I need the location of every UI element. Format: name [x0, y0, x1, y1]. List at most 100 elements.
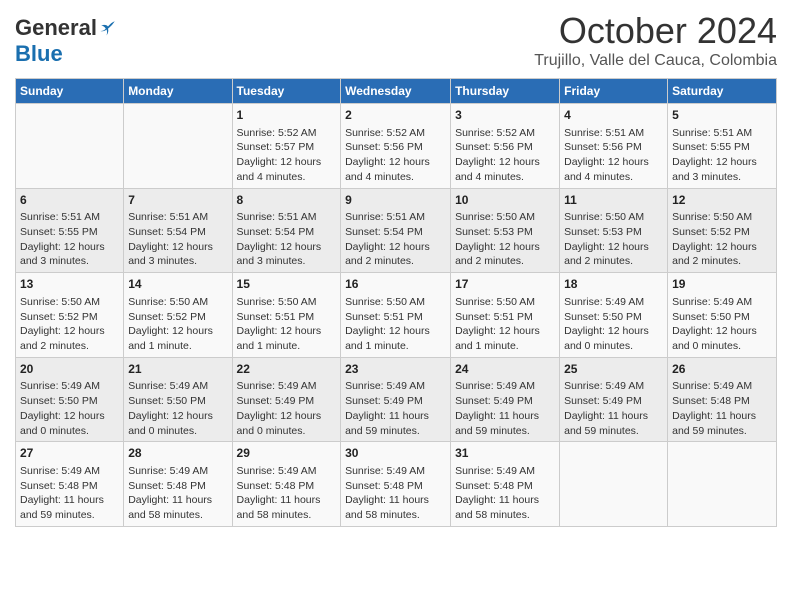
day-number: 22	[237, 361, 337, 378]
day-info: Sunrise: 5:49 AM Sunset: 5:48 PM Dayligh…	[345, 464, 446, 523]
calendar-cell: 23Sunrise: 5:49 AM Sunset: 5:49 PM Dayli…	[341, 357, 451, 442]
logo-bird-icon	[99, 19, 117, 37]
calendar-cell: 11Sunrise: 5:50 AM Sunset: 5:53 PM Dayli…	[560, 188, 668, 273]
day-number: 7	[128, 192, 227, 209]
calendar-cell: 10Sunrise: 5:50 AM Sunset: 5:53 PM Dayli…	[451, 188, 560, 273]
day-info: Sunrise: 5:49 AM Sunset: 5:49 PM Dayligh…	[345, 379, 446, 438]
day-info: Sunrise: 5:49 AM Sunset: 5:50 PM Dayligh…	[20, 379, 119, 438]
calendar-cell: 4 Sunrise: 5:51 AM Sunset: 5:56 PM Daylig…	[560, 104, 668, 189]
day-info: Sunrise: 5:51 AM Sunset: 5:56 PM Dayligh…	[564, 126, 663, 185]
day-number: 21	[128, 361, 227, 378]
calendar-week-row: 6Sunrise: 5:51 AM Sunset: 5:55 PM Daylig…	[16, 188, 777, 273]
month-title: October 2024	[534, 10, 777, 52]
day-info: Sunrise: 5:51 AM Sunset: 5:54 PM Dayligh…	[237, 210, 337, 269]
day-info: Sunrise: 5:50 AM Sunset: 5:53 PM Dayligh…	[455, 210, 555, 269]
day-number: 11	[564, 192, 663, 209]
day-info: Sunrise: 5:52 AM Sunset: 5:56 PM Dayligh…	[455, 126, 555, 185]
calendar-cell: 9Sunrise: 5:51 AM Sunset: 5:54 PM Daylig…	[341, 188, 451, 273]
calendar-cell: 24Sunrise: 5:49 AM Sunset: 5:49 PM Dayli…	[451, 357, 560, 442]
logo: General Blue	[15, 15, 117, 67]
day-info: Sunrise: 5:52 AM Sunset: 5:56 PM Dayligh…	[345, 126, 446, 185]
day-number: 6	[20, 192, 119, 209]
day-number: 1	[237, 107, 337, 124]
day-header-sunday: Sunday	[16, 79, 124, 104]
day-header-friday: Friday	[560, 79, 668, 104]
day-info: Sunrise: 5:51 AM Sunset: 5:55 PM Dayligh…	[672, 126, 772, 185]
calendar-cell: 7Sunrise: 5:51 AM Sunset: 5:54 PM Daylig…	[124, 188, 232, 273]
day-info: Sunrise: 5:51 AM Sunset: 5:54 PM Dayligh…	[128, 210, 227, 269]
calendar-cell: 22Sunrise: 5:49 AM Sunset: 5:49 PM Dayli…	[232, 357, 341, 442]
day-number: 9	[345, 192, 446, 209]
header: General Blue October 2024 Trujillo, Vall…	[15, 10, 777, 70]
day-number: 10	[455, 192, 555, 209]
day-info: Sunrise: 5:50 AM Sunset: 5:52 PM Dayligh…	[672, 210, 772, 269]
logo-general: General	[15, 15, 97, 41]
day-number: 2	[345, 107, 446, 124]
day-info: Sunrise: 5:49 AM Sunset: 5:50 PM Dayligh…	[564, 295, 663, 354]
calendar-cell: 12Sunrise: 5:50 AM Sunset: 5:52 PM Dayli…	[668, 188, 777, 273]
calendar-cell: 19Sunrise: 5:49 AM Sunset: 5:50 PM Dayli…	[668, 273, 777, 358]
day-number: 23	[345, 361, 446, 378]
day-number: 14	[128, 276, 227, 293]
calendar-cell	[560, 442, 668, 527]
day-header-saturday: Saturday	[668, 79, 777, 104]
day-info: Sunrise: 5:49 AM Sunset: 5:48 PM Dayligh…	[20, 464, 119, 523]
day-number: 5	[672, 107, 772, 124]
calendar-header-row: SundayMondayTuesdayWednesdayThursdayFrid…	[16, 79, 777, 104]
calendar-cell: 30 Sunrise: 5:49 AM Sunset: 5:48 PM Dayli…	[341, 442, 451, 527]
day-info: Sunrise: 5:50 AM Sunset: 5:51 PM Dayligh…	[237, 295, 337, 354]
calendar-cell: 1Sunrise: 5:52 AM Sunset: 5:57 PM Daylig…	[232, 104, 341, 189]
day-number: 30	[345, 445, 446, 462]
day-info: Sunrise: 5:50 AM Sunset: 5:53 PM Dayligh…	[564, 210, 663, 269]
day-info: Sunrise: 5:49 AM Sunset: 5:49 PM Dayligh…	[455, 379, 555, 438]
day-number: 18	[564, 276, 663, 293]
calendar-week-row: 20Sunrise: 5:49 AM Sunset: 5:50 PM Dayli…	[16, 357, 777, 442]
calendar-cell: 18 Sunrise: 5:49 AM Sunset: 5:50 PM Dayli…	[560, 273, 668, 358]
day-info: Sunrise: 5:51 AM Sunset: 5:54 PM Dayligh…	[345, 210, 446, 269]
calendar-cell: 20Sunrise: 5:49 AM Sunset: 5:50 PM Dayli…	[16, 357, 124, 442]
day-number: 17	[455, 276, 555, 293]
calendar-cell: 21Sunrise: 5:49 AM Sunset: 5:50 PM Dayli…	[124, 357, 232, 442]
calendar-cell: 3 Sunrise: 5:52 AM Sunset: 5:56 PM Daylig…	[451, 104, 560, 189]
day-number: 31	[455, 445, 555, 462]
logo-blue: Blue	[15, 41, 63, 67]
day-header-wednesday: Wednesday	[341, 79, 451, 104]
day-number: 3	[455, 107, 555, 124]
day-number: 15	[237, 276, 337, 293]
day-number: 13	[20, 276, 119, 293]
day-number: 29	[237, 445, 337, 462]
calendar-body: 1Sunrise: 5:52 AM Sunset: 5:57 PM Daylig…	[16, 104, 777, 527]
day-number: 26	[672, 361, 772, 378]
calendar-cell: 17 Sunrise: 5:50 AM Sunset: 5:51 PM Dayli…	[451, 273, 560, 358]
day-number: 8	[237, 192, 337, 209]
day-number: 19	[672, 276, 772, 293]
day-info: Sunrise: 5:50 AM Sunset: 5:52 PM Dayligh…	[128, 295, 227, 354]
day-info: Sunrise: 5:51 AM Sunset: 5:55 PM Dayligh…	[20, 210, 119, 269]
calendar-cell: 6Sunrise: 5:51 AM Sunset: 5:55 PM Daylig…	[16, 188, 124, 273]
calendar-cell: 13 Sunrise: 5:50 AM Sunset: 5:52 PM Dayli…	[16, 273, 124, 358]
day-info: Sunrise: 5:50 AM Sunset: 5:52 PM Dayligh…	[20, 295, 119, 354]
day-header-monday: Monday	[124, 79, 232, 104]
day-number: 4	[564, 107, 663, 124]
day-info: Sunrise: 5:49 AM Sunset: 5:49 PM Dayligh…	[237, 379, 337, 438]
calendar-cell: 31 Sunrise: 5:49 AM Sunset: 5:48 PM Dayli…	[451, 442, 560, 527]
day-number: 20	[20, 361, 119, 378]
calendar-cell: 14 Sunrise: 5:50 AM Sunset: 5:52 PM Dayli…	[124, 273, 232, 358]
day-info: Sunrise: 5:49 AM Sunset: 5:48 PM Dayligh…	[455, 464, 555, 523]
calendar-cell: 2 Sunrise: 5:52 AM Sunset: 5:56 PM Daylig…	[341, 104, 451, 189]
calendar-cell: 16Sunrise: 5:50 AM Sunset: 5:51 PM Dayli…	[341, 273, 451, 358]
calendar-cell	[16, 104, 124, 189]
day-number: 28	[128, 445, 227, 462]
day-info: Sunrise: 5:49 AM Sunset: 5:49 PM Dayligh…	[564, 379, 663, 438]
calendar-cell	[668, 442, 777, 527]
day-info: Sunrise: 5:50 AM Sunset: 5:51 PM Dayligh…	[345, 295, 446, 354]
calendar-cell: 8Sunrise: 5:51 AM Sunset: 5:54 PM Daylig…	[232, 188, 341, 273]
day-number: 12	[672, 192, 772, 209]
day-number: 24	[455, 361, 555, 378]
title-area: October 2024 Trujillo, Valle del Cauca, …	[534, 10, 777, 70]
day-info: Sunrise: 5:50 AM Sunset: 5:51 PM Dayligh…	[455, 295, 555, 354]
calendar-cell: 28Sunrise: 5:49 AM Sunset: 5:48 PM Dayli…	[124, 442, 232, 527]
calendar-week-row: 1Sunrise: 5:52 AM Sunset: 5:57 PM Daylig…	[16, 104, 777, 189]
day-info: Sunrise: 5:49 AM Sunset: 5:48 PM Dayligh…	[672, 379, 772, 438]
calendar-cell: 15 Sunrise: 5:50 AM Sunset: 5:51 PM Dayli…	[232, 273, 341, 358]
